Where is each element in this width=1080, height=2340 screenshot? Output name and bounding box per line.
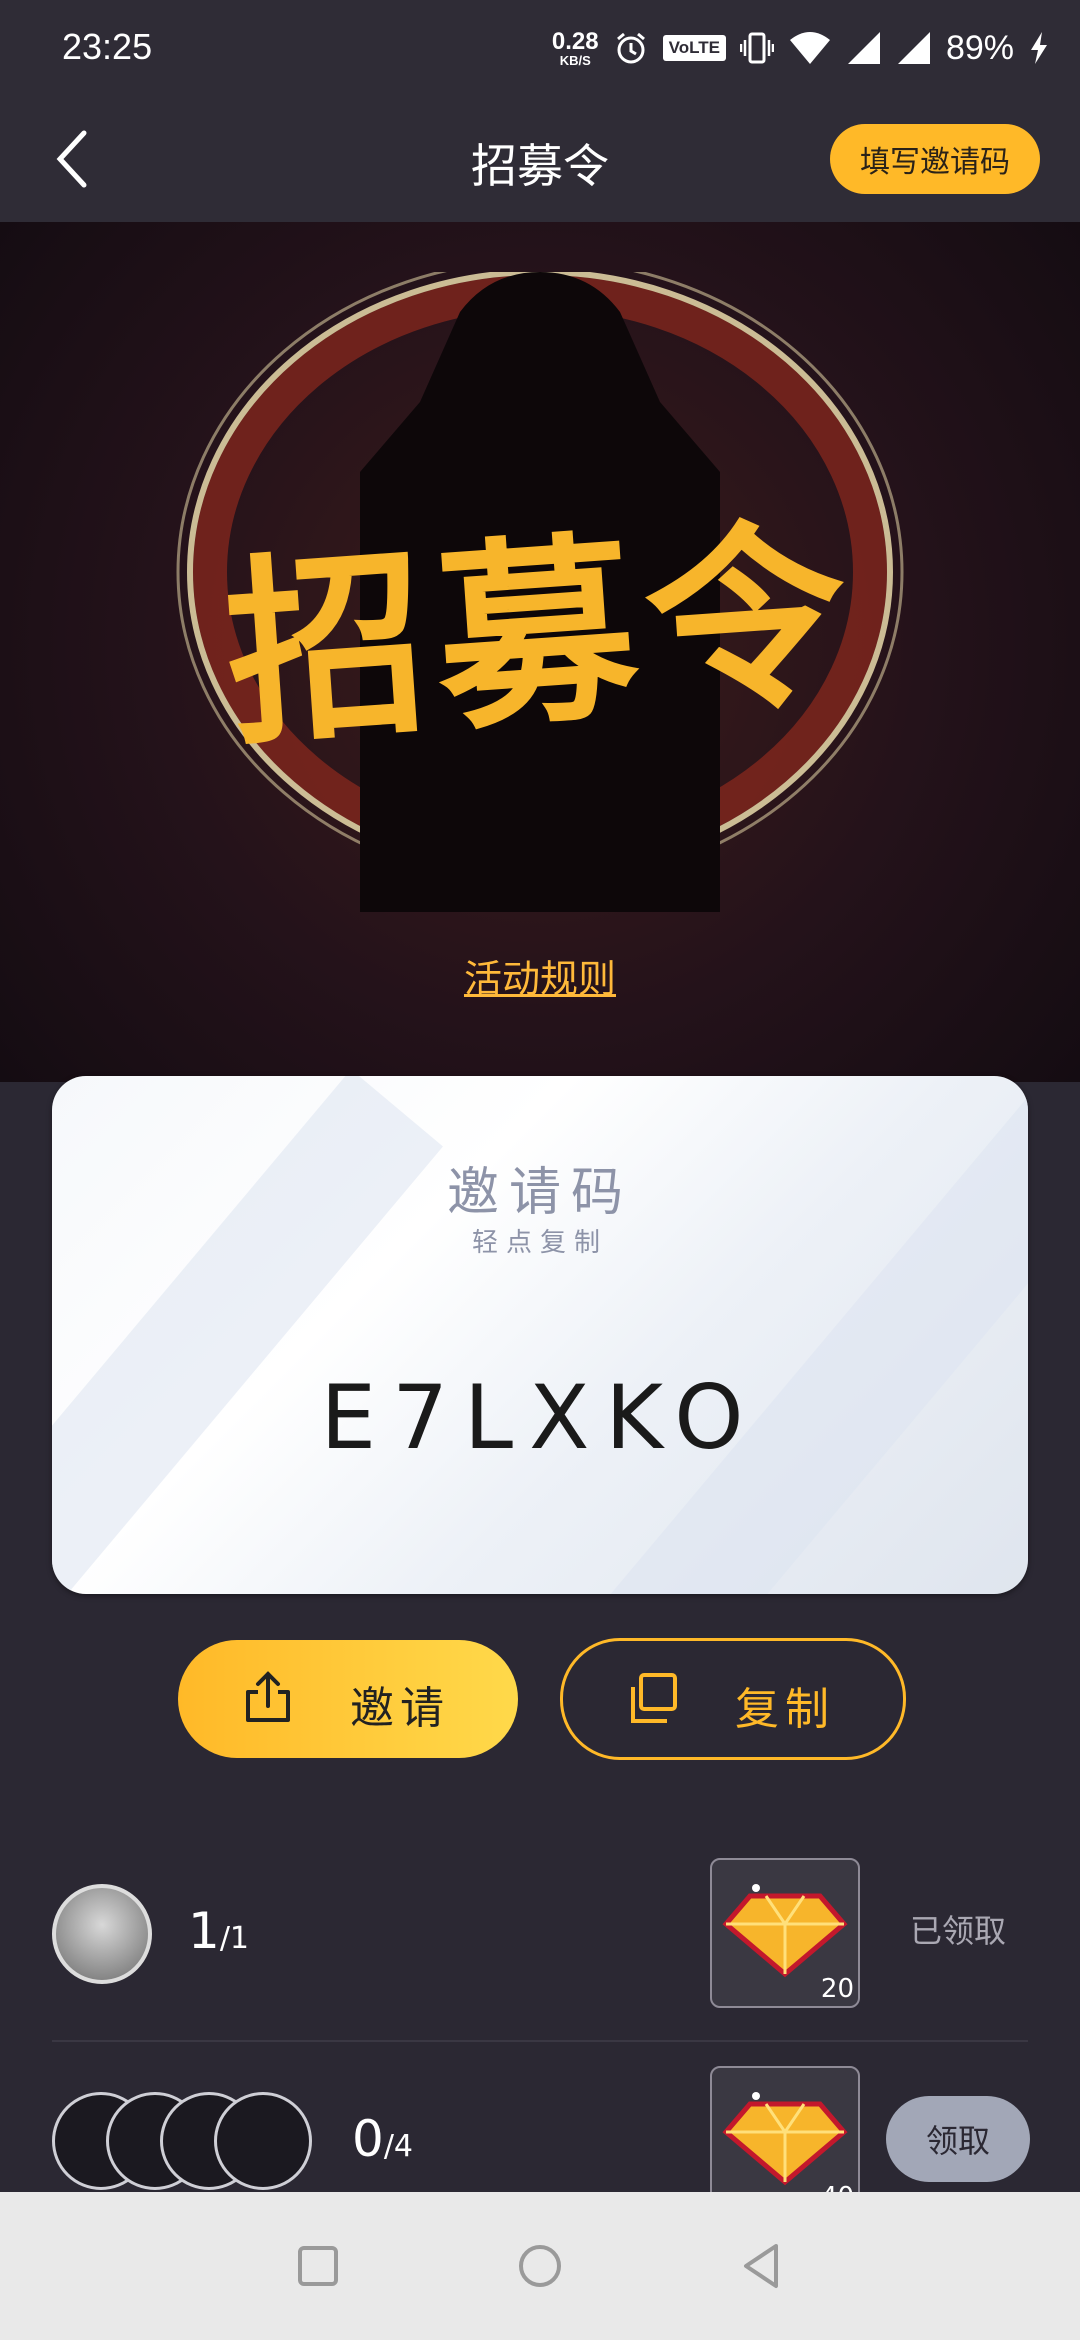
status-time: 23:25 (62, 26, 153, 67)
recents-icon[interactable] (290, 2238, 346, 2294)
activity-rules-link[interactable]: 活动规则 (0, 948, 1080, 1003)
gem-count: 20 (820, 1974, 854, 2004)
signal-icon (897, 32, 930, 64)
vibrate-icon (739, 32, 774, 64)
claim-button[interactable]: 领取 (886, 2096, 1030, 2182)
system-nav-bar (0, 2192, 1080, 2340)
home-icon[interactable] (512, 2238, 568, 2294)
battery-level: 89% (945, 28, 1014, 67)
claimed-status: 已领取 (910, 1912, 1007, 1950)
share-icon (246, 1671, 290, 1722)
net-speed: 0.28 KB/S (551, 27, 599, 68)
fill-invite-code-button[interactable]: 填写邀请码 (830, 124, 1040, 194)
invite-progress: 1/1 (188, 1902, 250, 1960)
wifi-icon (789, 32, 830, 64)
reward-gem-box: 20 (710, 1858, 860, 2008)
invite-code-card[interactable]: 邀请码 轻点复制 E7LXKO (52, 1076, 1028, 1594)
invite-button[interactable]: 邀请 (178, 1640, 518, 1758)
invite-progress: 0/4 (352, 2110, 414, 2168)
signal-icon (847, 32, 880, 64)
reward-row: 1/1 20 已领取 (52, 1840, 1028, 2042)
invite-code-value[interactable]: E7LXKO (52, 1366, 1028, 1469)
volte-badge: VoLTE (662, 35, 726, 61)
tap-to-copy-hint: 轻点复制 (471, 1228, 608, 1258)
alarm-icon (616, 32, 645, 64)
copy-icon (631, 1673, 677, 1723)
invite-button-label: 邀请 (350, 1683, 450, 1734)
invite-code-title: 邀请码 (446, 1163, 633, 1223)
avatar-placeholder (214, 2092, 312, 2190)
charging-icon (1031, 32, 1047, 64)
avatar (52, 1884, 152, 1984)
status-bar: 23:25 0.28 KB/S VoLTE 89% (0, 0, 1080, 96)
app-header: 招募令 填写邀请码 (0, 96, 1080, 222)
copy-button-label: 复制 (735, 1684, 835, 1735)
copy-button[interactable]: 复制 (560, 1638, 906, 1760)
hero-banner: 招募令 活动规则 (0, 222, 1080, 1082)
back-nav-icon[interactable] (734, 2238, 790, 2294)
status-icons: 0.28 KB/S VoLTE 89% (552, 22, 1050, 74)
